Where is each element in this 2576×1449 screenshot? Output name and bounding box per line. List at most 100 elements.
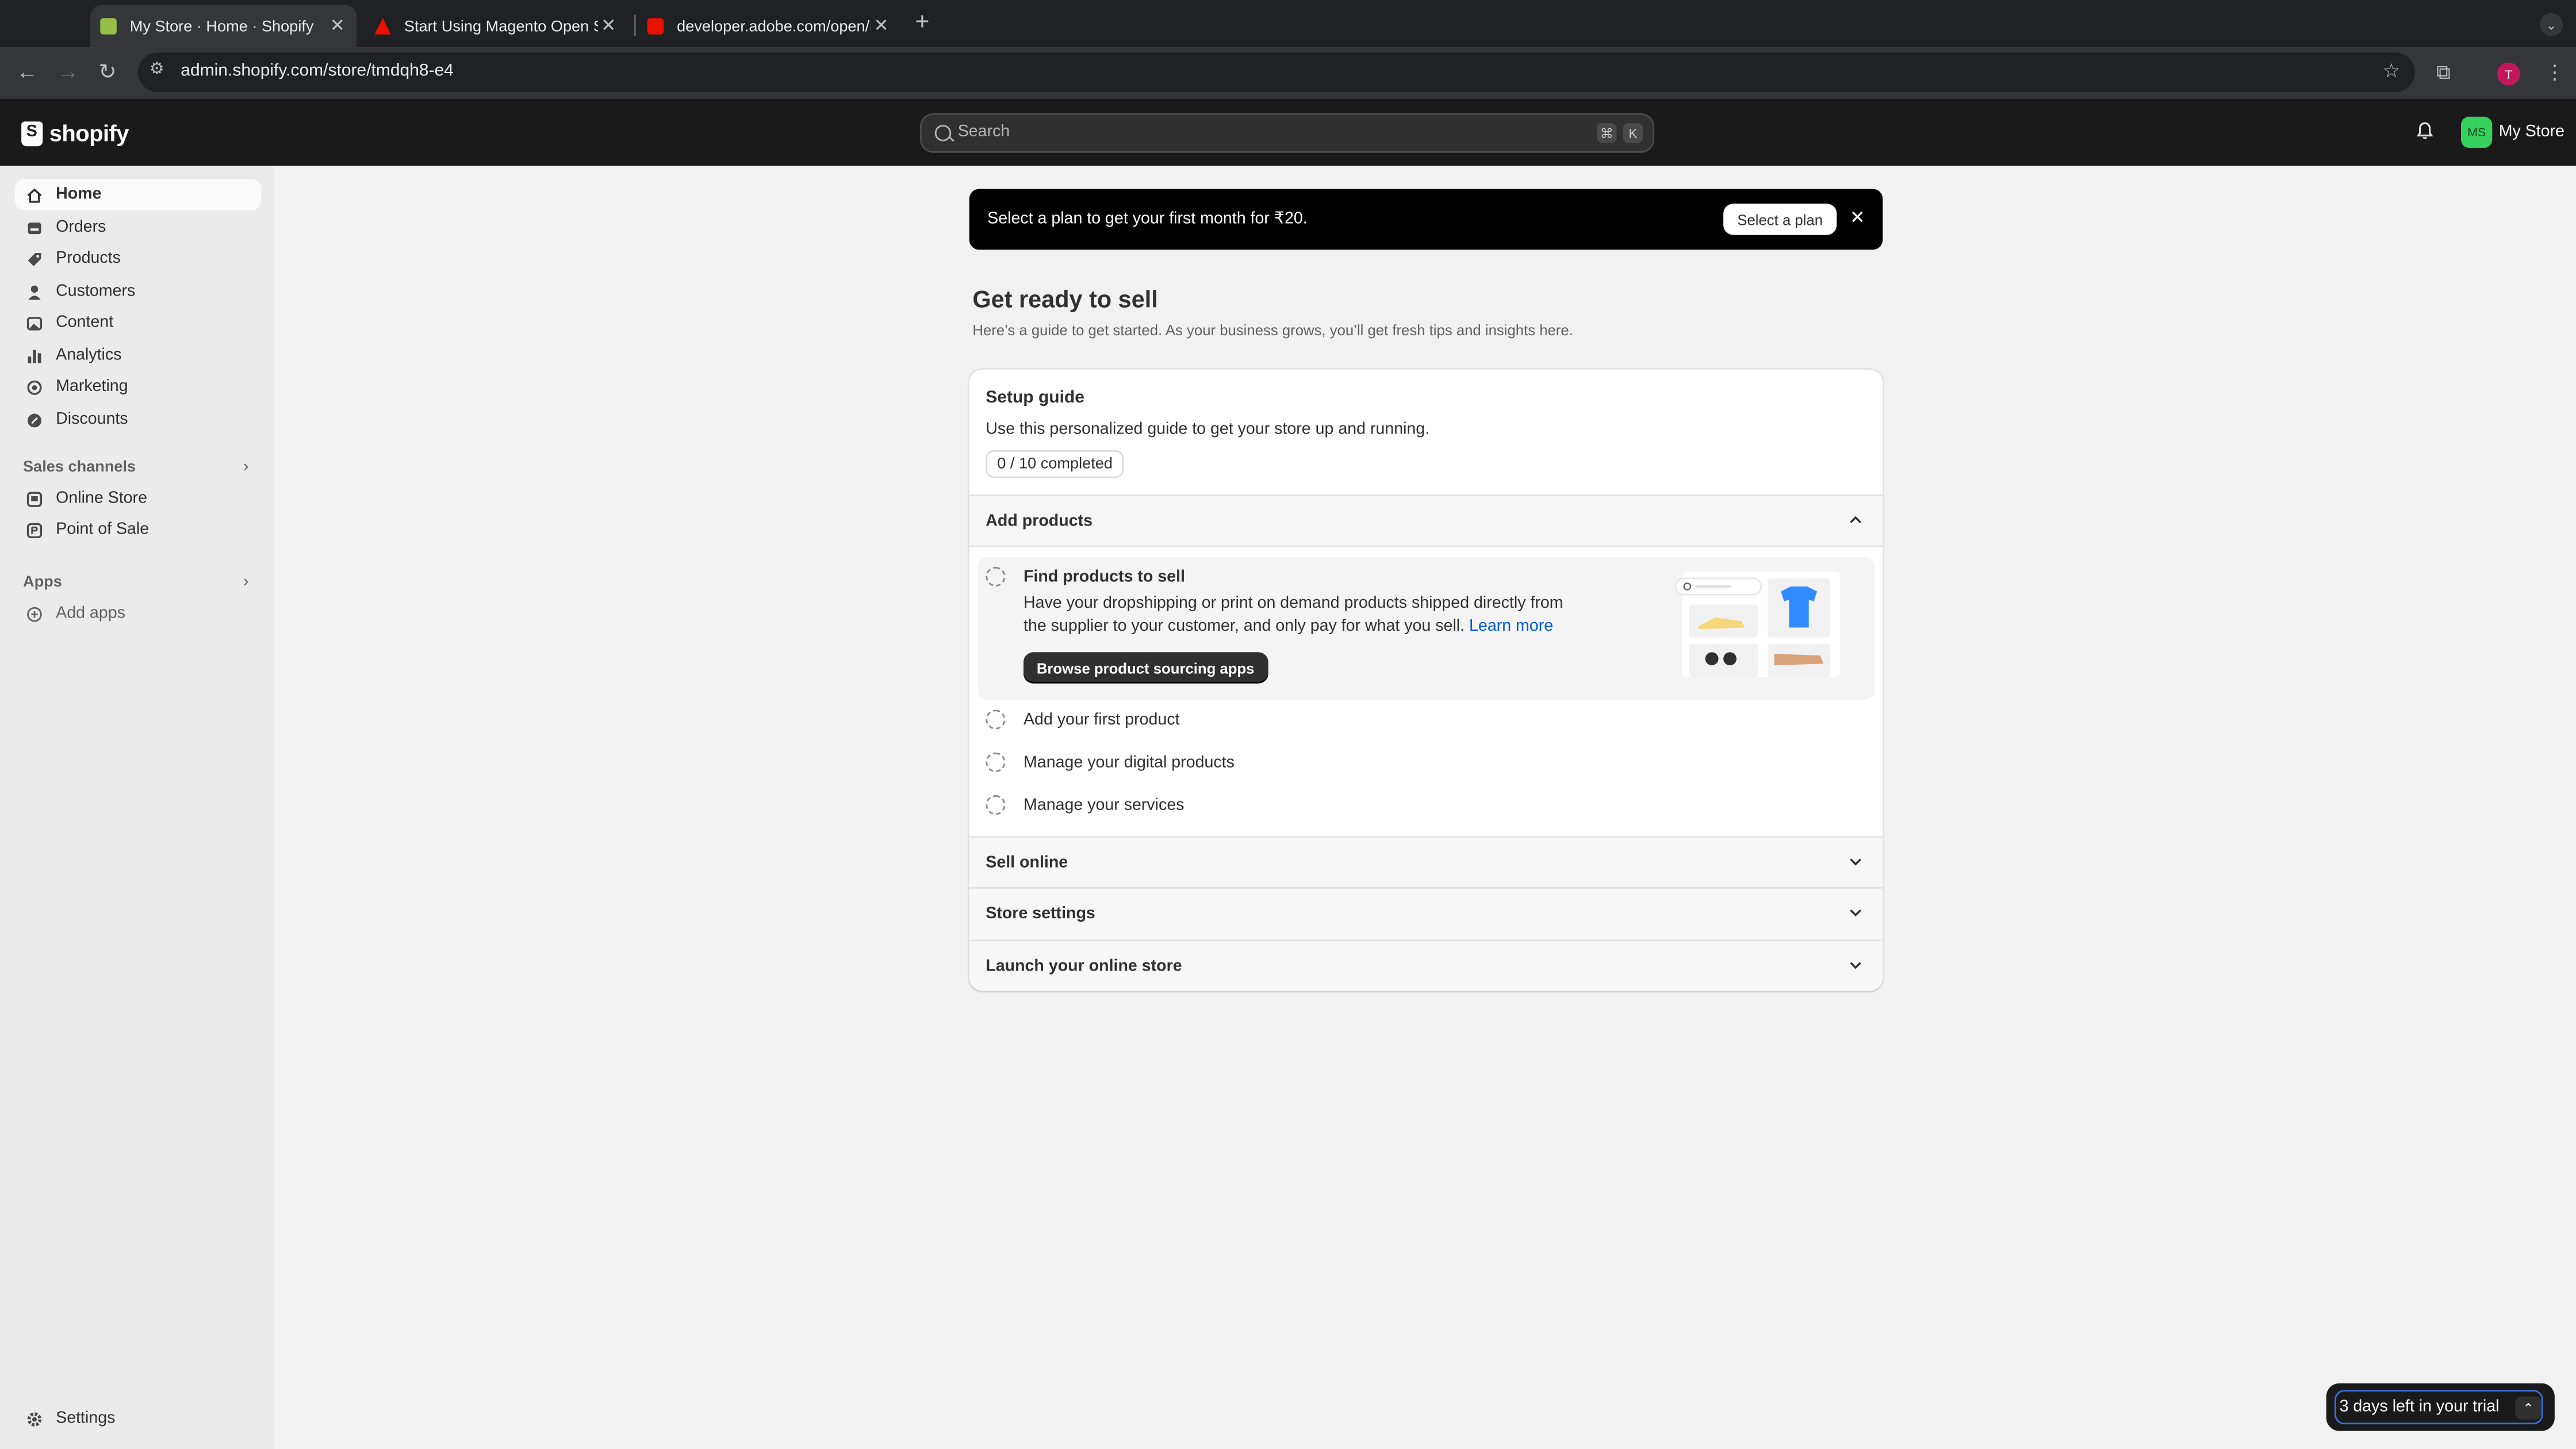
browser-menu-icon[interactable]: ⋮ xyxy=(2545,61,2564,84)
section-store-settings[interactable]: Store settings xyxy=(969,887,1883,940)
sidebar-item-customers[interactable]: Customers xyxy=(15,276,262,307)
adobe-favicon-icon xyxy=(374,18,391,34)
sidebar-item-discounts[interactable]: Discounts xyxy=(15,404,262,435)
sidebar-item-orders[interactable]: Orders xyxy=(15,212,262,243)
browser-tab-magento[interactable]: Start Using Magento Open Sc ✕ xyxy=(365,5,627,48)
shopify-logo[interactable]: shopify xyxy=(21,120,129,146)
shopify-favicon-icon xyxy=(100,18,117,34)
setup-guide-card: Setup guide Use this personalized guide … xyxy=(969,369,1883,991)
chevron-down-icon[interactable] xyxy=(1846,903,1864,921)
select-plan-button[interactable]: Select a plan xyxy=(1723,204,1837,235)
search-placeholder: Search xyxy=(957,123,1010,141)
chevron-up-icon[interactable]: ⌃ xyxy=(2515,1396,2542,1420)
section-label: Add products xyxy=(986,512,1092,531)
sales-channels-heading[interactable]: Sales channels xyxy=(23,458,136,476)
task-add-first-product[interactable]: Add your first product xyxy=(1023,711,1180,729)
task-incomplete-circle-icon[interactable] xyxy=(986,710,1006,730)
apps-heading[interactable]: Apps xyxy=(23,573,62,591)
product-sourcing-illustration xyxy=(1676,572,1840,677)
section-label: Launch your online store xyxy=(986,957,1182,976)
sidebar-item-settings[interactable]: Settings xyxy=(15,1403,262,1434)
sidebar-item-label: Orders xyxy=(56,218,106,237)
back-arrow-icon[interactable]: ← xyxy=(17,60,38,84)
sidebar-item-label: Home xyxy=(56,185,102,204)
chevron-right-icon[interactable]: › xyxy=(243,458,249,476)
browser-tab-adobe-developer[interactable]: developer.adobe.com/open/n ✕ xyxy=(638,5,900,48)
address-bar[interactable]: ⚙ admin.shopify.com/store/tmdqh8-e4 ☆ xyxy=(138,52,2415,92)
section-add-products[interactable]: Add products xyxy=(969,494,1883,547)
browse-product-sourcing-apps-button[interactable]: Browse product sourcing apps xyxy=(1023,652,1268,684)
bookmark-star-icon[interactable]: ☆ xyxy=(2383,59,2401,82)
task-incomplete-circle-icon[interactable] xyxy=(986,795,1006,815)
sidebar-item-products[interactable]: Products xyxy=(15,243,262,274)
chevron-up-icon[interactable] xyxy=(1846,511,1864,529)
task-manage-services[interactable]: Manage your services xyxy=(1023,797,1184,815)
sidebar-item-analytics[interactable]: Analytics xyxy=(15,340,262,371)
site-info-icon[interactable]: ⚙ xyxy=(150,61,169,80)
sidebar-item-marketing[interactable]: Marketing xyxy=(15,371,262,402)
sidebar-item-label: Marketing xyxy=(56,378,128,396)
sidebar-item-online-store[interactable]: Online Store xyxy=(15,483,262,514)
setup-guide-title: Setup guide xyxy=(986,388,1084,408)
task-title: Find products to sell xyxy=(1023,568,1185,586)
section-launch-online-store[interactable]: Launch your online store xyxy=(969,940,1883,991)
sidebar-item-point-of-sale[interactable]: Point of Sale xyxy=(15,514,262,545)
store-name[interactable]: My Store xyxy=(2499,123,2564,141)
sidebar-item-content[interactable]: Content xyxy=(15,307,262,338)
close-tab-icon[interactable]: ✕ xyxy=(601,15,616,36)
sidebar-item-label: Customers xyxy=(56,282,136,301)
trial-text: 3 days left in your trial xyxy=(2339,1398,2500,1416)
sidebar-item-label: Add apps xyxy=(56,604,125,623)
pos-icon xyxy=(26,522,43,538)
sidebar-item-label: Settings xyxy=(56,1409,116,1428)
chevron-down-icon[interactable] xyxy=(1846,853,1864,871)
plan-banner: Select a plan to get your first month fo… xyxy=(969,189,1883,250)
sidebar-item-label: Point of Sale xyxy=(56,520,150,539)
tab-separator xyxy=(634,14,636,36)
chevron-right-icon[interactable]: › xyxy=(243,573,249,591)
profile-avatar[interactable]: T xyxy=(2497,62,2520,86)
forward-arrow-icon[interactable]: → xyxy=(57,60,79,84)
notifications-bell-icon[interactable] xyxy=(2416,121,2433,139)
orders-icon xyxy=(28,221,41,233)
page-subtitle: Here’s a guide to get started. As your b… xyxy=(972,322,1573,339)
task-body: Have your dropshipping or print on deman… xyxy=(1023,593,1582,639)
search-icon xyxy=(934,125,952,141)
task-incomplete-circle-icon[interactable] xyxy=(986,566,1006,586)
extensions-puzzle-icon[interactable]: ⧉ xyxy=(2436,61,2451,86)
task-manage-digital-products[interactable]: Manage your digital products xyxy=(1023,754,1235,772)
close-tab-icon[interactable]: ✕ xyxy=(873,15,888,36)
trial-status-pill[interactable]: 3 days left in your trial ⌃ xyxy=(2326,1383,2555,1431)
task-incomplete-circle-icon[interactable] xyxy=(986,752,1006,772)
sidebar-item-label: Discounts xyxy=(56,411,128,429)
close-icon[interactable]: ✕ xyxy=(1850,207,1865,228)
find-products-task[interactable]: Find products to sell Have your dropship… xyxy=(977,557,1874,700)
store-avatar[interactable]: MS xyxy=(2461,116,2493,148)
sidebar-item-home[interactable]: Home xyxy=(14,179,262,210)
plan-banner-text: Select a plan to get your first month fo… xyxy=(987,210,1308,229)
sidebar-item-label: Products xyxy=(56,250,121,268)
sidebar-item-add-apps[interactable]: Add apps xyxy=(15,598,262,629)
search-input[interactable]: Search ⌘ K xyxy=(920,113,1655,153)
tab-search-chevron-icon[interactable]: ⌄ xyxy=(2540,13,2563,36)
chevron-down-icon[interactable] xyxy=(1846,956,1864,974)
page-title: Get ready to sell xyxy=(972,288,1158,314)
browser-tab-shopify[interactable]: My Store · Home · Shopify ✕ xyxy=(90,5,356,48)
section-label: Store settings xyxy=(986,905,1095,923)
section-sell-online[interactable]: Sell online xyxy=(969,836,1883,889)
target-icon xyxy=(27,379,42,394)
k-key: K xyxy=(1623,123,1643,143)
setup-guide-description: Use this personalized guide to get your … xyxy=(986,420,1430,439)
close-tab-icon[interactable]: ✕ xyxy=(330,15,345,36)
sidebar-item-label: Analytics xyxy=(56,346,122,365)
image-icon xyxy=(26,316,43,330)
learn-more-link[interactable]: Learn more xyxy=(1469,618,1553,635)
reload-icon[interactable]: ↻ xyxy=(98,60,116,84)
url-text: admin.shopify.com/store/tmdqh8-e4 xyxy=(181,60,454,80)
admin-top-bar: shopify Search ⌘ K xyxy=(0,98,2576,166)
shopify-bag-icon xyxy=(21,121,43,145)
new-tab-icon[interactable]: + xyxy=(915,8,929,36)
sidebar-item-label: Online Store xyxy=(56,489,147,508)
gear-icon xyxy=(27,1411,42,1426)
section-label: Sell online xyxy=(986,854,1068,873)
